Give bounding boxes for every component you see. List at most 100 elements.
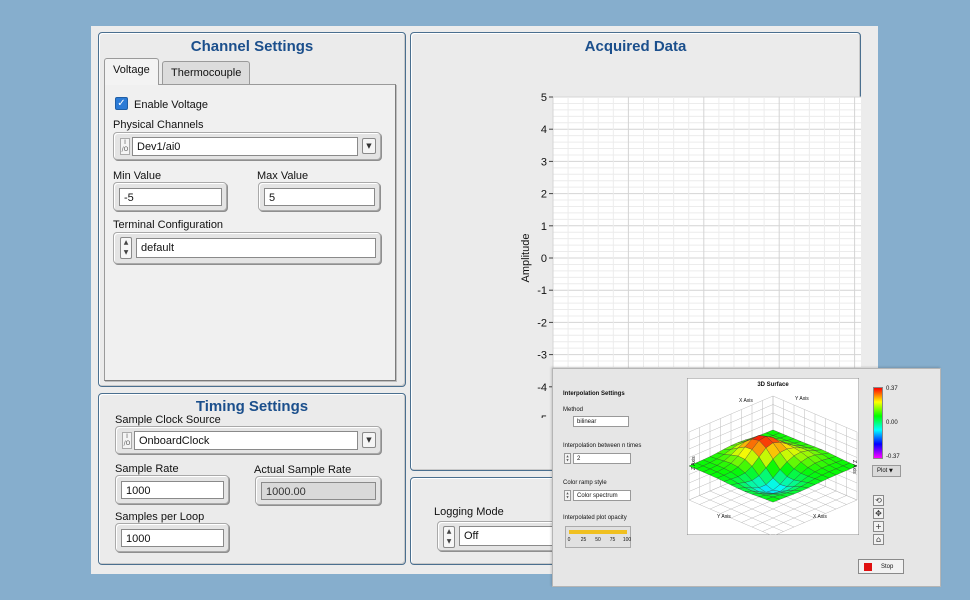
rotate-icon[interactable]: ⟲ <box>873 495 884 506</box>
physical-channels-dropdown-button[interactable]: ▼ <box>362 138 376 154</box>
y-tick-label: -4 <box>537 382 547 394</box>
samples-per-loop-label: Samples per Loop <box>115 511 205 523</box>
opacity-slider-fill <box>569 530 627 534</box>
actual-sample-rate-label: Actual Sample Rate <box>254 464 352 476</box>
surface-z-axis-label-right: Z Axis <box>851 460 857 474</box>
interp-between-label: Interpolation between n times <box>563 443 642 449</box>
max-value-label: Max Value <box>257 170 309 182</box>
tab-thermocouple-label: Thermocouple <box>171 67 242 79</box>
sample-rate-field[interactable]: 1000 <box>121 481 224 499</box>
physical-channels-field[interactable]: Dev1/ai0 <box>132 137 358 156</box>
terminal-configuration-field[interactable]: default <box>136 238 376 258</box>
enable-voltage-checkbox[interactable]: ✓ <box>115 97 128 110</box>
y-tick-label: -3 <box>537 350 547 362</box>
min-value-field[interactable]: -5 <box>119 188 222 206</box>
opacity-tick-label: 75 <box>609 537 616 543</box>
terminal-configuration-spin-button[interactable]: ▲ ▼ <box>120 237 132 259</box>
samples-per-loop-field[interactable]: 1000 <box>121 529 224 547</box>
y-tick-label: 1 <box>541 221 547 233</box>
surface-x-axis-label-top: X Axis <box>739 398 753 404</box>
y-tick-label: 5 <box>541 92 547 104</box>
tab-thermocouple[interactable]: Thermocouple <box>162 61 251 85</box>
terminal-configuration-control: ▲ ▼ default <box>113 232 381 264</box>
spin-up-down-icon: ▲ ▼ <box>566 454 569 462</box>
y-tick-label: -1 <box>537 285 547 297</box>
tab-voltage-label: Voltage <box>113 64 150 76</box>
opacity-label: Interpolated plot opacity <box>563 515 627 521</box>
logging-mode-label: Logging Mode <box>434 506 504 518</box>
timing-settings-panel: Timing Settings Sample Clock Source I/O … <box>98 393 406 565</box>
color-ramp-spin[interactable]: ▲ ▼ <box>564 490 571 501</box>
stop-button[interactable]: Stop <box>858 559 904 574</box>
color-scale-mid: 0.00 <box>886 420 898 426</box>
terminal-configuration-label: Terminal Configuration <box>113 219 224 231</box>
stop-button-label: Stop <box>881 564 894 570</box>
y-tick-label: 2 <box>541 189 547 201</box>
acquired-data-chart: 543210-1-2-3-4-500.10.2Amplitude <box>520 92 861 418</box>
opacity-slider[interactable]: 0 25 50 75 100 <box>565 526 631 548</box>
io-channel-icon: I/O <box>122 432 132 449</box>
enable-voltage-label: Enable Voltage <box>134 99 209 111</box>
color-ramp-label: Color ramp style <box>563 480 607 486</box>
y-tick-label: 4 <box>541 124 547 136</box>
surface-y-axis-label-top: Y Axis <box>795 396 809 402</box>
opacity-tick-label: 100 <box>622 537 632 543</box>
spin-up-down-icon: ▲ ▼ <box>123 239 129 256</box>
interp-between-spin[interactable]: ▲ ▼ <box>564 453 571 464</box>
check-icon: ✓ <box>117 98 126 109</box>
color-scale-min: -0.37 <box>886 454 900 460</box>
surface-graph: 3D Surface X Axis Y Axis Y Axis X Axis Z Axis… <box>687 378 859 535</box>
timing-settings-title: Timing Settings <box>195 398 309 415</box>
method-field[interactable]: bilinear <box>573 416 629 427</box>
color-ramp-field[interactable]: Color spectrum <box>573 490 631 501</box>
opacity-tick-label: 0 <box>567 537 571 543</box>
voltage-tab-content: ✓ Enable Voltage Physical Channels I/O D… <box>104 84 396 381</box>
sample-clock-source-dropdown-button[interactable]: ▼ <box>362 432 376 448</box>
color-scale-max: 0.37 <box>886 386 898 392</box>
plot-button-label: Plot <box>877 468 888 474</box>
reset-view-icon[interactable]: ⌂ <box>873 534 884 545</box>
samples-per-loop-control: 1000 <box>115 523 229 552</box>
y-tick-label: -5 <box>537 414 547 418</box>
y-tick-label: 0 <box>541 253 547 265</box>
sample-rate-label: Sample Rate <box>115 463 179 475</box>
min-value-label: Min Value <box>113 170 162 182</box>
sample-clock-source-control: I/O OnboardClock ▼ <box>115 426 381 454</box>
dropdown-arrow-icon: ▼ <box>366 142 372 150</box>
acquired-data-title: Acquired Data <box>584 38 687 55</box>
spin-up-down-icon: ▲ ▼ <box>566 491 569 499</box>
physical-channels-label: Physical Channels <box>113 119 204 131</box>
tab-voltage[interactable]: Voltage <box>104 58 159 85</box>
y-tick-label: -2 <box>537 317 547 329</box>
sample-clock-source-field[interactable]: OnboardClock <box>134 431 358 450</box>
channel-settings-title: Channel Settings <box>190 38 314 55</box>
channel-settings-panel: Channel Settings Voltage Thermocouple ✓ … <box>98 32 406 387</box>
physical-channels-control: I/O Dev1/ai0 ▼ <box>113 132 381 160</box>
zoom-icon[interactable]: + <box>873 521 884 532</box>
max-value-field[interactable]: 5 <box>264 188 375 206</box>
surface-window: Interpolation Settings Method bilinear I… <box>552 368 941 587</box>
max-value-control: 5 <box>258 182 380 211</box>
y-axis-label: Amplitude <box>520 234 532 283</box>
plot-button[interactable]: Plot ▼ <box>872 465 901 477</box>
color-scale <box>873 387 883 459</box>
surface-y-axis-label-bottom: Y Axis <box>717 514 731 520</box>
surface-graph-title: 3D Surface <box>757 382 789 388</box>
io-channel-icon: I/O <box>120 138 130 155</box>
surface-z-axis-label-left: Z Axis <box>691 456 697 470</box>
dropdown-arrow-icon: ▼ <box>366 436 372 444</box>
min-value-control: -5 <box>113 182 227 211</box>
method-label: Method <box>563 407 584 413</box>
pan-icon[interactable]: ✥ <box>873 508 884 519</box>
sample-clock-source-label: Sample Clock Source <box>115 414 221 426</box>
interp-between-field[interactable]: 2 <box>573 453 631 464</box>
actual-sample-rate-control: 1000.00 <box>255 476 381 505</box>
sample-rate-control: 1000 <box>115 475 229 504</box>
opacity-tick-label: 50 <box>595 537 601 543</box>
logging-mode-spin-button[interactable]: ▲ ▼ <box>443 526 455 548</box>
chevron-down-icon: ▼ <box>889 468 893 474</box>
spin-up-down-icon: ▲ ▼ <box>446 528 452 545</box>
actual-sample-rate-field: 1000.00 <box>261 482 376 500</box>
opacity-tick-label: 25 <box>580 537 587 543</box>
opacity-slider-ticks: 0 25 50 75 100 <box>567 537 632 546</box>
